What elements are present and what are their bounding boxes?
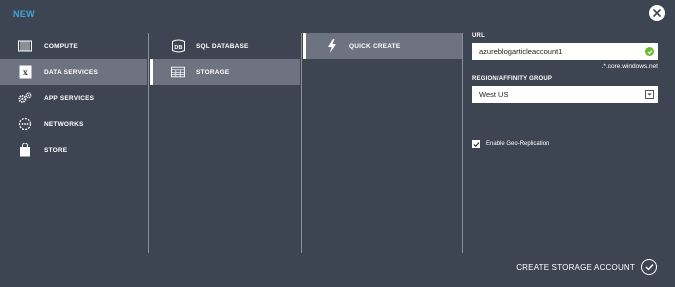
nav-item-label: SQL DATABASE	[196, 42, 249, 50]
column-divider	[462, 33, 463, 253]
nav-item-label: QUICK CREATE	[349, 42, 401, 50]
storage-form: URL azureblogarticleaccount1 .*.core.win…	[472, 33, 658, 148]
create-storage-account-label[interactable]: CREATE STORAGE ACCOUNT	[516, 263, 635, 272]
url-value: azureblogarticleaccount1	[479, 47, 563, 56]
create-action: CREATE STORAGE ACCOUNT	[516, 259, 657, 275]
valid-check-icon	[645, 47, 654, 56]
url-suffix: .*.core.windows.net	[601, 63, 658, 70]
geo-replication-checkbox[interactable]	[472, 140, 480, 148]
region-select[interactable]: West US	[472, 86, 658, 103]
nav-item-networks[interactable]: NETWORKS	[0, 111, 147, 137]
data-services-icon: x	[18, 65, 32, 79]
create-option-list: QUICK CREATE	[303, 33, 463, 253]
dialog-title: NEW	[13, 9, 35, 19]
url-input[interactable]: azureblogarticleaccount1	[472, 43, 658, 60]
geo-replication-label: Enable Geo-Replication	[486, 141, 550, 147]
chevron-down-icon	[645, 90, 654, 99]
close-button[interactable]	[649, 5, 665, 21]
category-list: COMPUTE x DATA SERVICES APP SERVICES NET…	[0, 33, 147, 253]
column-divider	[301, 33, 302, 253]
nav-item-label: STORAGE	[196, 68, 230, 76]
nav-item-sql-database[interactable]: DB SQL DATABASE	[150, 33, 300, 59]
geo-replication-row: Enable Geo-Replication	[472, 140, 658, 148]
nav-item-data-services[interactable]: x DATA SERVICES	[0, 59, 147, 85]
nav-item-label: DATA SERVICES	[44, 68, 99, 76]
checkmark-icon	[645, 263, 654, 271]
service-list: DB SQL DATABASE STORAGE	[150, 33, 300, 253]
sql-database-icon: DB	[171, 39, 185, 53]
nav-item-label: APP SERVICES	[44, 94, 95, 102]
url-label: URL	[472, 33, 485, 39]
close-icon	[653, 4, 661, 22]
app-services-icon	[18, 91, 32, 105]
nav-item-compute[interactable]: COMPUTE	[0, 33, 147, 59]
nav-item-store[interactable]: STORE	[0, 137, 147, 163]
storage-icon	[171, 65, 185, 79]
nav-item-quick-create[interactable]: QUICK CREATE	[303, 33, 463, 59]
compute-icon	[18, 39, 32, 53]
svg-text:x: x	[23, 67, 28, 77]
nav-item-label: COMPUTE	[44, 42, 78, 50]
nav-item-storage[interactable]: STORAGE	[150, 59, 300, 85]
networks-icon	[18, 117, 32, 131]
store-icon	[18, 143, 32, 157]
create-storage-account-button[interactable]	[641, 259, 657, 275]
nav-item-label: STORE	[44, 146, 68, 154]
lightning-icon	[325, 39, 339, 53]
region-label: REGION/AFFINITY GROUP	[472, 76, 553, 82]
column-divider	[148, 33, 149, 253]
nav-item-label: NETWORKS	[44, 120, 84, 128]
selected-indicator	[303, 33, 306, 59]
sql-database-icon-text: DB	[174, 45, 182, 51]
region-value: West US	[479, 90, 509, 99]
nav-item-app-services[interactable]: APP SERVICES	[0, 85, 147, 111]
selected-indicator	[150, 59, 153, 85]
